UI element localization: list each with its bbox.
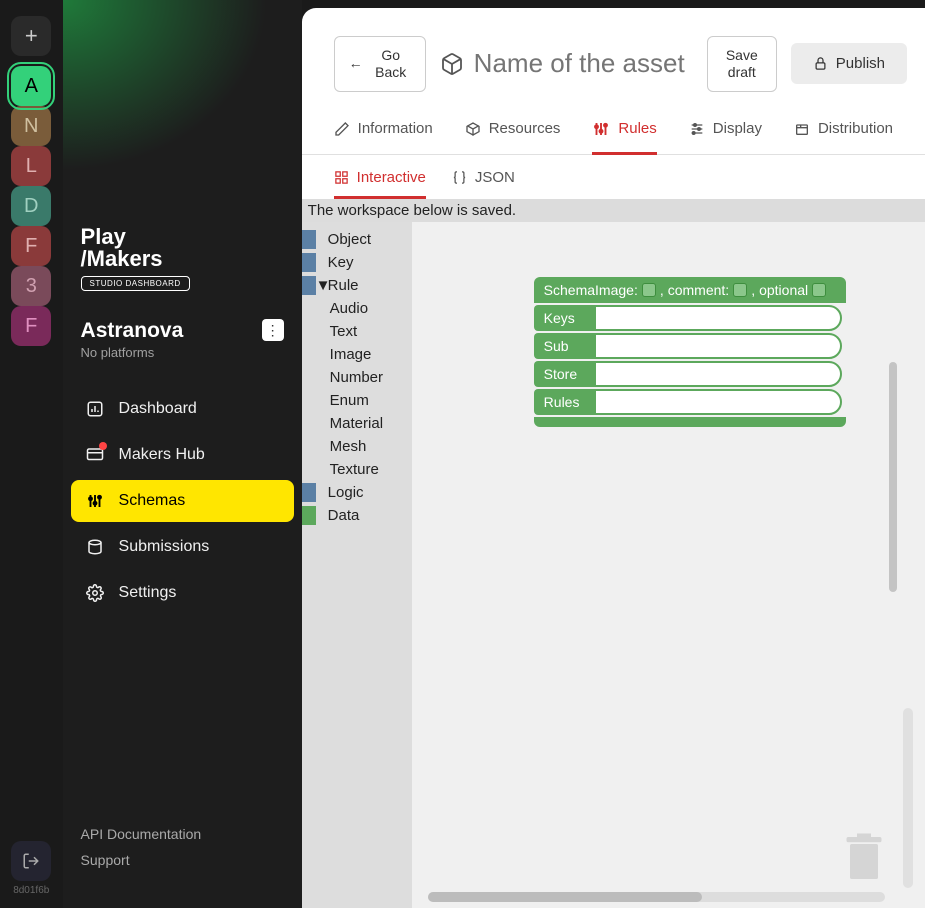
box-icon bbox=[794, 121, 810, 137]
block-row-store[interactable]: Store bbox=[534, 361, 846, 387]
save-draft-button[interactable]: Save draft bbox=[707, 36, 777, 92]
api-docs-link[interactable]: API Documentation bbox=[81, 826, 284, 842]
toolbox-category-data[interactable]: Data bbox=[302, 504, 412, 527]
toolbox-item-material[interactable]: Material bbox=[302, 412, 412, 435]
sidebar-item-submissions[interactable]: Submissions bbox=[71, 526, 294, 568]
go-back-button[interactable]: ← Go Back bbox=[334, 36, 426, 92]
go-back-label: Go Back bbox=[371, 47, 411, 81]
sidebar-item-schemas[interactable]: Schemas bbox=[71, 480, 294, 522]
cube-icon bbox=[465, 121, 481, 137]
block-slot[interactable] bbox=[594, 361, 842, 387]
tab-resources[interactable]: Resources bbox=[465, 120, 561, 155]
pencil-icon bbox=[334, 121, 350, 137]
publish-button[interactable]: Publish bbox=[791, 43, 907, 84]
brand-badge: STUDIO DASHBOARD bbox=[81, 276, 190, 291]
workspace-rail-item[interactable]: F bbox=[11, 306, 51, 346]
sliders-h-icon bbox=[689, 121, 705, 137]
brand-line1: Play bbox=[81, 226, 284, 248]
toolbox-item-audio[interactable]: Audio bbox=[302, 297, 412, 320]
toolbox-category-object[interactable]: Object bbox=[302, 228, 412, 251]
block-slot[interactable] bbox=[594, 305, 842, 331]
sidebar: Play /Makers STUDIO DASHBOARD Astranova … bbox=[63, 0, 302, 908]
lock-icon bbox=[813, 56, 828, 71]
notification-dot bbox=[99, 442, 107, 450]
workspace-rail-item[interactable]: D bbox=[11, 186, 51, 226]
sidebar-item-settings[interactable]: Settings bbox=[71, 572, 294, 614]
workspace: ObjectKey▼RuleAudioTextImageNumberEnumMa… bbox=[302, 222, 925, 908]
workspace-rail: + ANLDF3F 8d01f6b bbox=[0, 0, 63, 908]
toolbox: ObjectKey▼RuleAudioTextImageNumberEnumMa… bbox=[302, 222, 412, 908]
subtab-json[interactable]: JSON bbox=[452, 169, 515, 199]
brand: Play /Makers STUDIO DASHBOARD bbox=[63, 200, 302, 299]
publish-label: Publish bbox=[836, 55, 885, 72]
toolbox-item-texture[interactable]: Texture bbox=[302, 458, 412, 481]
block-slot[interactable] bbox=[594, 389, 842, 415]
asset-name-input[interactable] bbox=[474, 48, 693, 79]
workspace-rail-item[interactable]: 3 bbox=[11, 266, 51, 306]
toolbox-item-enum[interactable]: Enum bbox=[302, 389, 412, 412]
sidebar-item-dashboard[interactable]: Dashboard bbox=[71, 388, 294, 430]
block-row-sub[interactable]: Sub bbox=[534, 333, 846, 359]
workspace-rail-item[interactable]: F bbox=[11, 226, 51, 266]
package-icon bbox=[85, 538, 105, 556]
block-row-keys[interactable]: Keys bbox=[534, 305, 846, 331]
sidebar-item-makers-hub[interactable]: Makers Hub bbox=[71, 434, 294, 476]
panel-vscroll[interactable] bbox=[903, 708, 913, 888]
subtabs: Interactive JSON bbox=[302, 155, 925, 199]
block-input-icon[interactable] bbox=[733, 283, 747, 297]
gear-icon bbox=[85, 584, 105, 602]
trash-icon[interactable] bbox=[843, 832, 885, 884]
block-row-rules[interactable]: Rules bbox=[534, 389, 846, 415]
add-workspace-button[interactable]: + bbox=[11, 16, 51, 56]
workspace-hscroll[interactable] bbox=[428, 892, 885, 902]
tab-rules[interactable]: Rules bbox=[592, 120, 656, 155]
toolbox-category-key[interactable]: Key bbox=[302, 251, 412, 274]
workspace-vscroll[interactable] bbox=[889, 362, 897, 592]
block-input-icon[interactable] bbox=[642, 283, 656, 297]
org-sub: No platforms bbox=[81, 345, 184, 360]
sliders-icon bbox=[592, 120, 610, 138]
tab-information[interactable]: Information bbox=[334, 120, 433, 155]
braces-icon bbox=[452, 170, 467, 185]
workspace-rail-item[interactable]: A bbox=[11, 66, 51, 106]
arrow-left-icon: ← bbox=[349, 55, 363, 72]
brand-line2: /Makers bbox=[81, 248, 284, 270]
toolbox-category-rule[interactable]: ▼Rule bbox=[302, 274, 412, 297]
schema-image-block[interactable]: SchemaImage: , comment: , optional KeysS… bbox=[534, 277, 846, 427]
support-link[interactable]: Support bbox=[81, 852, 284, 868]
toolbox-item-number[interactable]: Number bbox=[302, 366, 412, 389]
block-slot[interactable] bbox=[594, 333, 842, 359]
toolbox-category-logic[interactable]: Logic bbox=[302, 481, 412, 504]
main: ← Go Back Save draft Publish Information… bbox=[302, 0, 925, 908]
logout-button[interactable] bbox=[11, 841, 51, 881]
org-menu-button[interactable]: ⋮ bbox=[262, 319, 284, 341]
status-bar: The workspace below is saved. bbox=[302, 199, 925, 222]
toolbox-item-mesh[interactable]: Mesh bbox=[302, 435, 412, 458]
block-input-icon[interactable] bbox=[812, 283, 826, 297]
layout-icon bbox=[334, 170, 349, 185]
org-name: Astranova bbox=[81, 319, 184, 343]
sidebar-nav: DashboardMakers HubSchemasSubmissionsSet… bbox=[63, 388, 302, 614]
build-hash: 8d01f6b bbox=[13, 885, 49, 896]
block-header[interactable]: SchemaImage: , comment: , optional bbox=[534, 277, 846, 303]
bar-chart-icon bbox=[85, 400, 105, 418]
workspace-rail-item[interactable]: N bbox=[11, 106, 51, 146]
subtab-interactive[interactable]: Interactive bbox=[334, 169, 426, 199]
cube-icon bbox=[440, 52, 464, 76]
tab-display[interactable]: Display bbox=[689, 120, 762, 155]
block-canvas[interactable]: SchemaImage: , comment: , optional KeysS… bbox=[412, 222, 925, 908]
sliders-icon bbox=[85, 492, 105, 510]
toolbox-item-text[interactable]: Text bbox=[302, 320, 412, 343]
tabs: Information Resources Rules Display Distribu… bbox=[302, 92, 925, 155]
workspace-rail-item[interactable]: L bbox=[11, 146, 51, 186]
toolbox-item-image[interactable]: Image bbox=[302, 343, 412, 366]
tab-distribution[interactable]: Distribution bbox=[794, 120, 893, 155]
